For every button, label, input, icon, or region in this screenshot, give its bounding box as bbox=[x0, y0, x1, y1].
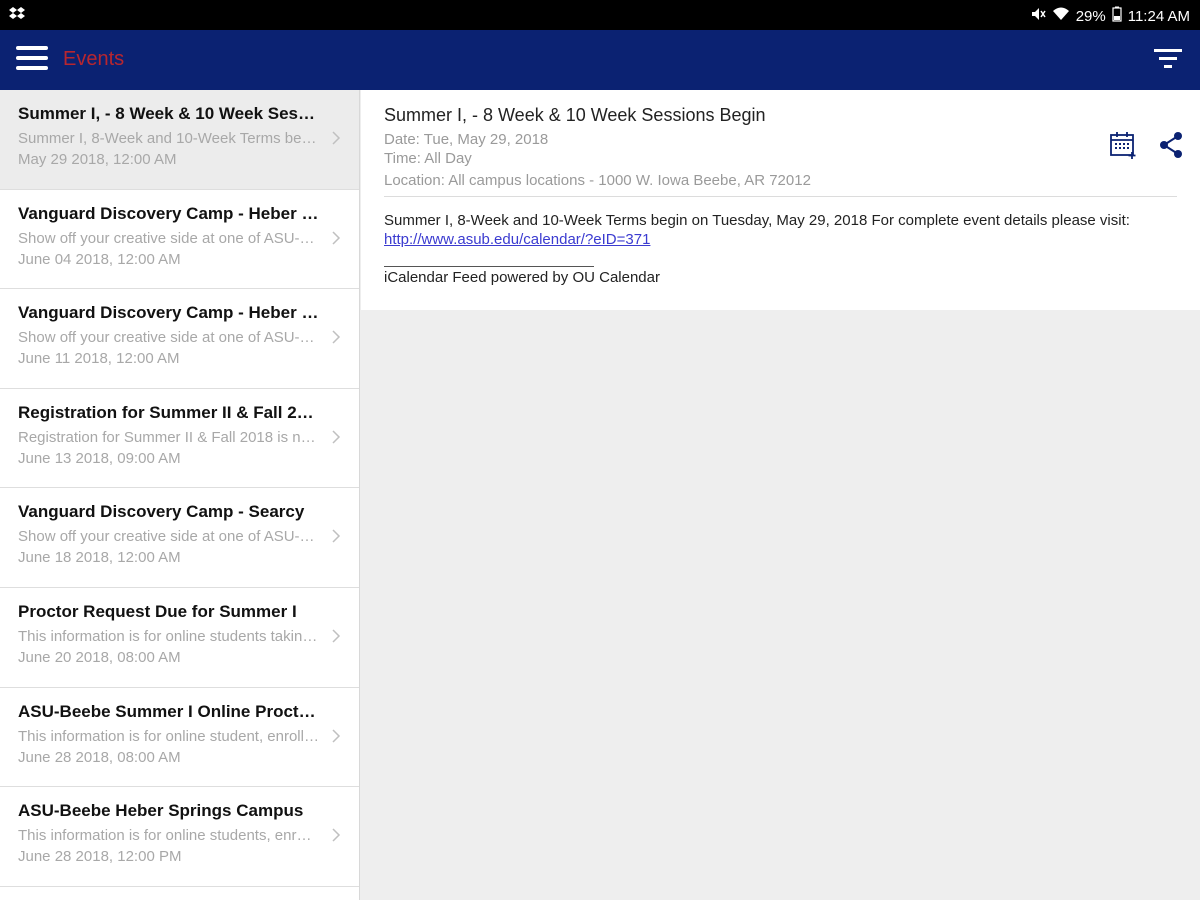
event-list-item[interactable]: Summer I, - 8 Week & 10 Week Sessions Be… bbox=[0, 90, 359, 190]
event-date: June 13 2018, 09:00 AM bbox=[18, 449, 181, 467]
chevron-right-icon bbox=[331, 628, 341, 644]
chevron-right-icon bbox=[331, 230, 341, 246]
chevron-right-icon bbox=[331, 329, 341, 345]
battery-icon bbox=[1112, 6, 1122, 26]
detail-date: Date: Tue, May 29, 2018 bbox=[384, 131, 549, 148]
detail-body: Summer I, 8-Week and 10-Week Terms begin… bbox=[384, 212, 1130, 229]
event-description: Show off your creative side at one of AS… bbox=[18, 528, 319, 546]
detail-actions bbox=[1108, 130, 1186, 160]
hamburger-menu-icon[interactable] bbox=[16, 46, 50, 74]
event-list: Summer I, - 8 Week & 10 Week Sessions Be… bbox=[0, 90, 360, 900]
add-to-calendar-icon[interactable] bbox=[1108, 130, 1138, 160]
chevron-right-icon bbox=[331, 728, 341, 744]
detail-location: Location: All campus locations - 1000 W.… bbox=[384, 172, 811, 189]
chevron-right-icon bbox=[331, 429, 341, 445]
event-title: Vanguard Discovery Camp - Heber Springs bbox=[18, 303, 319, 323]
event-title: Registration for Summer II & Fall 2018 bbox=[18, 402, 319, 422]
event-date: June 28 2018, 08:00 AM bbox=[18, 748, 181, 766]
event-list-item[interactable]: Registration for Summer II & Fall 2018 Re… bbox=[0, 388, 359, 489]
event-date: June 11 2018, 12:00 AM bbox=[18, 350, 180, 368]
event-date: June 18 2018, 12:00 AM bbox=[18, 549, 181, 567]
event-list-item[interactable]: ASU-Beebe Heber Springs Campus This infor… bbox=[0, 787, 359, 887]
event-description: This information is for online students … bbox=[18, 627, 319, 645]
chevron-right-icon bbox=[331, 528, 341, 544]
event-description: This information is for online students,… bbox=[18, 827, 319, 845]
footer-rule bbox=[384, 266, 594, 267]
filter-icon[interactable] bbox=[1152, 46, 1184, 74]
mute-icon bbox=[1030, 6, 1046, 26]
event-list-item[interactable]: Vanguard Discovery Camp - Heber Springs S… bbox=[0, 189, 359, 290]
app-bar: Events bbox=[0, 30, 1200, 90]
detail-footer: iCalendar Feed powered by OU Calendar bbox=[384, 269, 660, 286]
event-detail: Summer I, - 8 Week & 10 Week Sessions Be… bbox=[361, 90, 1200, 310]
app-title: Events bbox=[63, 48, 125, 70]
event-list-item[interactable]: Vanguard Discovery Camp - Searcy Show off… bbox=[0, 488, 359, 588]
event-date: June 20 2018, 08:00 AM bbox=[18, 648, 181, 666]
detail-link[interactable]: http://www.asub.edu/calendar/?eID=371 bbox=[384, 231, 650, 248]
battery-percent: 29% bbox=[1075, 7, 1106, 25]
chevron-right-icon bbox=[331, 130, 341, 146]
event-date: June 28 2018, 12:00 PM bbox=[18, 848, 182, 866]
event-list-item[interactable]: Vanguard Discovery Camp - Heber Springs S… bbox=[0, 289, 359, 389]
event-list-item[interactable]: Proctor Request Due for Summer I This inf… bbox=[0, 587, 359, 688]
event-title: Summer I, - 8 Week & 10 Week Sessions Be… bbox=[18, 104, 319, 123]
status-time: 11:24 AM bbox=[1127, 7, 1190, 25]
detail-time: Time: All Day bbox=[384, 150, 472, 167]
event-date: June 04 2018, 12:00 AM bbox=[18, 250, 181, 268]
event-description: Registration for Summer II & Fall 2018 i… bbox=[18, 428, 319, 446]
event-title: Proctor Request Due for Summer I bbox=[18, 601, 297, 621]
event-title: ASU-Beebe Summer I Online Proctored Exam… bbox=[18, 701, 319, 721]
detail-divider bbox=[384, 196, 1177, 197]
event-date: May 29 2018, 12:00 AM bbox=[18, 151, 177, 168]
event-title: Vanguard Discovery Camp - Searcy bbox=[18, 502, 305, 522]
dropbox-icon bbox=[8, 6, 26, 27]
event-title: ASU-Beebe Heber Springs Campus bbox=[18, 801, 304, 821]
share-icon[interactable] bbox=[1156, 130, 1186, 160]
status-right: 29% 11:24 AM bbox=[1030, 6, 1190, 26]
chevron-right-icon bbox=[331, 827, 341, 843]
detail-title: Summer I, - 8 Week & 10 Week Sessions Be… bbox=[384, 105, 766, 125]
wifi-icon bbox=[1052, 7, 1070, 25]
event-description: Show off your creative side at one of AS… bbox=[18, 229, 319, 247]
event-description: This information is for online student, … bbox=[18, 727, 319, 745]
event-description: Show off your creative side at one of AS… bbox=[18, 329, 319, 347]
event-title: Vanguard Discovery Camp - Heber Springs bbox=[18, 203, 319, 223]
status-bar: 29% 11:24 AM bbox=[0, 0, 1200, 30]
event-description: Summer I, 8-Week and 10-Week Terms begin… bbox=[18, 130, 319, 147]
event-list-item[interactable]: ASU-Beebe Summer I Online Proctored Exam… bbox=[0, 687, 359, 788]
